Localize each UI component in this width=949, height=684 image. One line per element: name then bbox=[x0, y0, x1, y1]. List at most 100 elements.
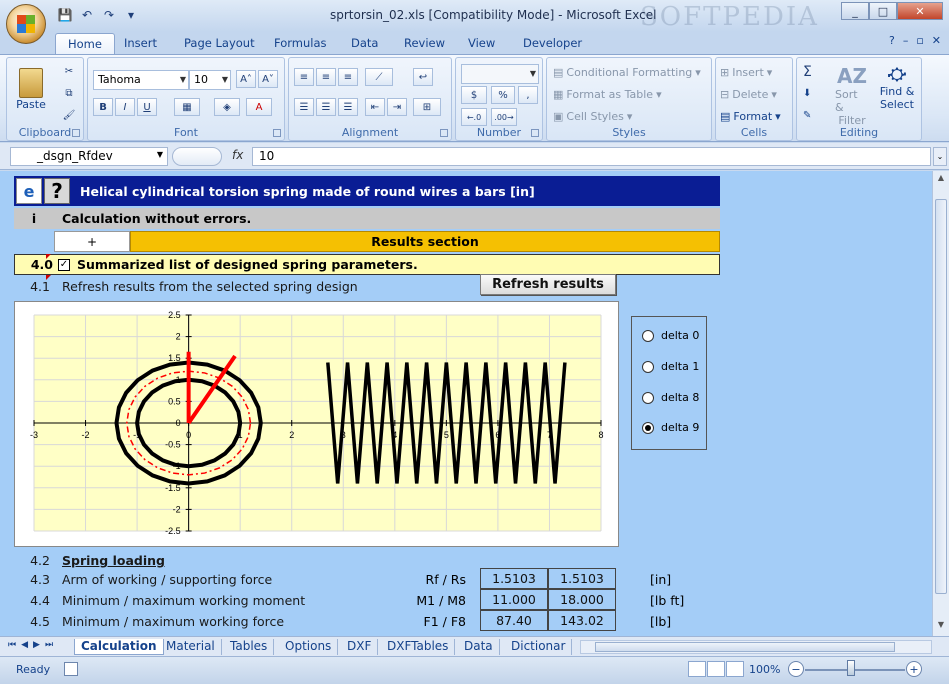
tab-page-layout[interactable]: Page Layout bbox=[184, 36, 255, 50]
font-name-combo[interactable]: Tahoma ▼ bbox=[93, 70, 189, 90]
sheet-tab-material[interactable]: Material bbox=[160, 639, 222, 655]
zoom-in-icon[interactable]: + bbox=[906, 661, 922, 677]
sort-filter-button[interactable]: AZ Sort & Filter bbox=[835, 64, 869, 127]
force-value-1[interactable]: 87.40 bbox=[480, 610, 548, 631]
scroll-down-icon[interactable]: ▼ bbox=[935, 620, 947, 634]
minimize-button[interactable]: _ bbox=[841, 2, 869, 20]
tab-review[interactable]: Review bbox=[404, 36, 445, 50]
insert-cells-button[interactable]: ⊞ Insert ▾ bbox=[720, 66, 772, 79]
decrease-decimal-button[interactable]: .00→ bbox=[491, 108, 517, 126]
fill-icon[interactable]: ⬇ bbox=[803, 88, 811, 99]
macro-record-icon[interactable] bbox=[64, 662, 78, 676]
cut-icon[interactable]: ✂ bbox=[59, 62, 79, 80]
redo-icon[interactable]: ↷ bbox=[100, 6, 118, 24]
moment-value-2[interactable]: 18.000 bbox=[548, 589, 616, 610]
moment-value-1[interactable]: 11.000 bbox=[480, 589, 548, 610]
scroll-up-icon[interactable]: ▲ bbox=[935, 173, 947, 187]
summary-checkbox[interactable]: ✓ bbox=[58, 258, 70, 271]
expand-plus-button[interactable]: + bbox=[54, 231, 130, 252]
sheet-tab-options[interactable]: Options bbox=[279, 639, 339, 655]
number-launcher-icon[interactable] bbox=[531, 129, 539, 137]
italic-button[interactable]: I bbox=[115, 98, 135, 116]
orientation-icon[interactable]: ⟋ bbox=[365, 68, 393, 86]
worksheet[interactable]: e ? Helical cylindrical torsion spring m… bbox=[0, 171, 940, 636]
expand-formula-icon[interactable]: ⌄ bbox=[933, 147, 947, 166]
increase-indent-icon[interactable]: ⇥ bbox=[387, 98, 407, 116]
shrink-font-button[interactable]: A˅ bbox=[258, 70, 278, 88]
sheet-tab-dxf[interactable]: DXF bbox=[341, 639, 379, 655]
zoom-slider[interactable] bbox=[805, 669, 905, 671]
conditional-formatting-button[interactable]: ▤ Conditional Formatting ▾ bbox=[553, 66, 701, 79]
refresh-results-button[interactable]: Refresh results bbox=[480, 274, 616, 295]
page-layout-view-icon[interactable] bbox=[707, 661, 725, 677]
tab-data[interactable]: Data bbox=[351, 36, 378, 50]
formula-input[interactable]: 10 bbox=[252, 147, 931, 166]
qat-more-icon[interactable]: ▾ bbox=[122, 6, 140, 24]
find-select-button[interactable]: ⛮ Find & Select bbox=[877, 64, 917, 111]
fill-color-button[interactable]: ◈ bbox=[214, 98, 240, 116]
vertical-scrollbar[interactable]: ▲ ▼ bbox=[932, 171, 949, 636]
sheet-tab-calculation[interactable]: Calculation bbox=[74, 639, 164, 655]
tab-home[interactable]: Home bbox=[55, 33, 115, 55]
page-break-view-icon[interactable] bbox=[726, 661, 744, 677]
sheet-tab-dictionary[interactable]: Dictionar bbox=[505, 639, 573, 655]
undo-icon[interactable]: ↶ bbox=[78, 6, 96, 24]
prev-sheet-icon[interactable]: ◀ bbox=[21, 640, 28, 650]
ribbon-restore-icon[interactable]: ▫ bbox=[916, 34, 923, 47]
sheet-tab-data[interactable]: Data bbox=[458, 639, 500, 655]
align-bottom-icon[interactable]: ≡ bbox=[338, 68, 358, 86]
zoom-out-icon[interactable]: − bbox=[788, 661, 804, 677]
last-sheet-icon[interactable]: ⏭ bbox=[45, 640, 53, 650]
align-middle-icon[interactable]: ≡ bbox=[316, 68, 336, 86]
delete-cells-button[interactable]: ⊟ Delete ▾ bbox=[720, 88, 777, 101]
ribbon-close-icon[interactable]: ✕ bbox=[932, 34, 941, 47]
arm-force-value-2[interactable]: 1.5103 bbox=[548, 568, 616, 589]
font-color-button[interactable]: A bbox=[246, 98, 272, 116]
increase-decimal-button[interactable]: ←.0 bbox=[461, 108, 487, 126]
format-painter-icon[interactable]: 🖌 bbox=[59, 106, 79, 124]
tab-view[interactable]: View bbox=[468, 36, 495, 50]
font-launcher-icon[interactable] bbox=[273, 129, 281, 137]
borders-button[interactable]: ▦ bbox=[174, 98, 200, 116]
zoom-level[interactable]: 100% bbox=[749, 663, 780, 676]
underline-button[interactable]: U bbox=[137, 98, 157, 116]
format-as-table-button[interactable]: ▦ Format as Table ▾ bbox=[553, 88, 662, 101]
name-box[interactable]: _dsgn_Rfdev ▼ bbox=[10, 147, 168, 166]
alignment-launcher-icon[interactable] bbox=[440, 129, 448, 137]
clear-icon[interactable]: ✎ bbox=[803, 110, 811, 121]
close-button[interactable]: ✕ bbox=[897, 2, 943, 20]
save-icon[interactable]: 💾 bbox=[56, 6, 74, 24]
merge-center-icon[interactable]: ⊞ bbox=[413, 98, 441, 116]
sheet-tab-dxftables[interactable]: DXFTables bbox=[381, 639, 456, 655]
radio-delta-8[interactable]: delta 8 bbox=[642, 391, 699, 404]
cell-styles-button[interactable]: ▣ Cell Styles ▾ bbox=[553, 110, 632, 123]
align-center-icon[interactable]: ☰ bbox=[316, 98, 336, 116]
comma-button[interactable]: , bbox=[518, 86, 538, 104]
ribbon-minimize-icon[interactable]: – bbox=[903, 34, 909, 47]
next-sheet-icon[interactable]: ▶ bbox=[33, 640, 40, 650]
bold-button[interactable]: B bbox=[93, 98, 113, 116]
maximize-button[interactable]: □ bbox=[869, 2, 897, 20]
autosum-icon[interactable]: Σ bbox=[803, 64, 812, 80]
first-sheet-icon[interactable]: ⏮ bbox=[8, 640, 16, 650]
grow-font-button[interactable]: A˄ bbox=[236, 70, 256, 88]
internet-explorer-icon[interactable]: e bbox=[16, 178, 42, 204]
align-top-icon[interactable]: ≡ bbox=[294, 68, 314, 86]
clipboard-launcher-icon[interactable] bbox=[72, 129, 80, 137]
currency-button[interactable]: $ bbox=[461, 86, 487, 104]
help-icon[interactable]: ? bbox=[889, 34, 895, 47]
radio-delta-0[interactable]: delta 0 bbox=[642, 329, 699, 342]
help-question-icon[interactable]: ? bbox=[44, 178, 70, 204]
vertical-scroll-thumb[interactable] bbox=[935, 199, 947, 594]
horizontal-scroll-thumb[interactable] bbox=[595, 642, 895, 652]
percent-button[interactable]: % bbox=[491, 86, 515, 104]
align-right-icon[interactable]: ☰ bbox=[338, 98, 358, 116]
number-format-combo[interactable]: ▼ bbox=[461, 64, 539, 84]
paste-button[interactable]: Paste bbox=[13, 62, 49, 116]
force-value-2[interactable]: 143.02 bbox=[548, 610, 616, 631]
radio-delta-1[interactable]: delta 1 bbox=[642, 360, 699, 373]
sheet-tab-tables[interactable]: Tables bbox=[224, 639, 275, 655]
align-left-icon[interactable]: ☰ bbox=[294, 98, 314, 116]
decrease-indent-icon[interactable]: ⇤ bbox=[365, 98, 385, 116]
office-button[interactable] bbox=[6, 4, 46, 44]
